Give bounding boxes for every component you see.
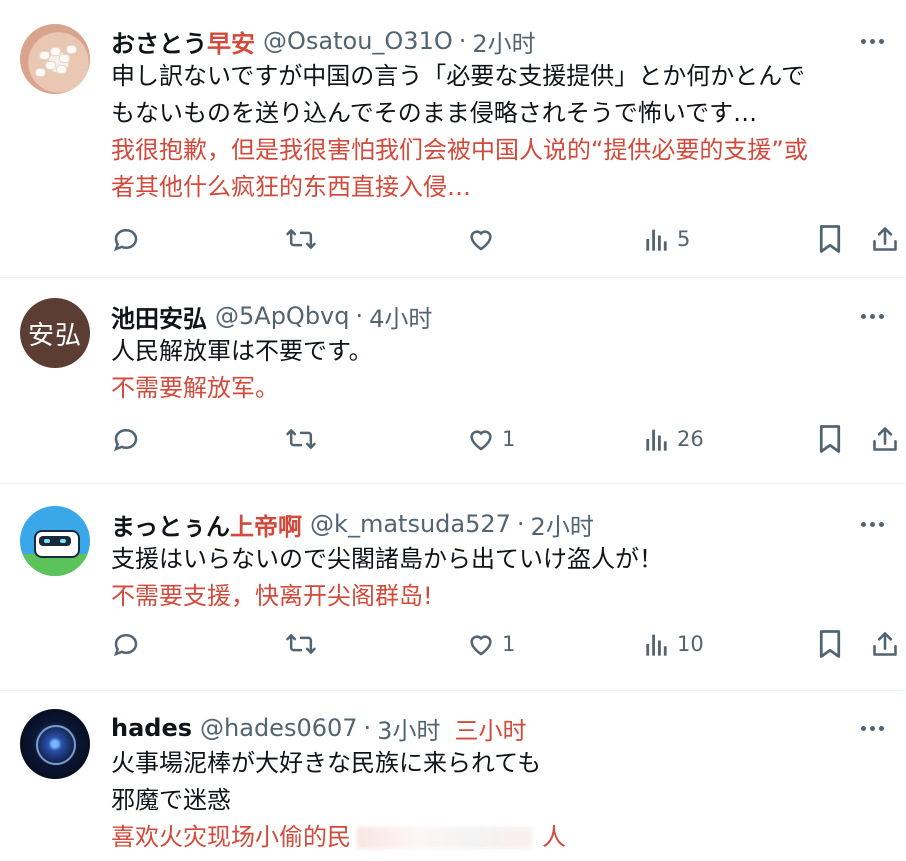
post[interactable]: おさとう 早安 @Osatou_O31O · 2小时 申し訳ないですが中国の言う… <box>0 0 906 278</box>
display-name[interactable]: まっとぅん <box>111 507 230 542</box>
obscured-text <box>357 827 532 849</box>
reply-button[interactable] <box>111 419 141 459</box>
post[interactable]: 安弘 池田安弘 @5ApQbvq · 4小时 人民解放軍は不要です。 不需要解放… <box>0 278 906 484</box>
post-header: hades @hades0607 · 3小时 三小时 <box>111 711 886 745</box>
avatar-text: 安弘 <box>27 320 82 351</box>
translation-line: 不需要解放军。 <box>111 374 279 402</box>
timestamp[interactable]: 3小时 <box>377 711 440 746</box>
reply-icon <box>113 633 138 657</box>
retweet-icon <box>286 229 316 249</box>
translation-line: 者其他什么疯狂的东西直接入侵… <box>111 173 471 201</box>
view-count: 5 <box>677 227 691 251</box>
views-icon <box>646 229 667 251</box>
translation-line: 我很抱歉，但是我很害怕我们会被中国人说的“提供必要的支援”或 <box>111 136 808 164</box>
like-button[interactable]: 1 <box>466 624 515 664</box>
avatar[interactable]: 安弘 <box>20 298 90 368</box>
retweet-button[interactable] <box>285 624 317 664</box>
share-icon <box>873 427 897 451</box>
user-handle[interactable]: @hades0607 <box>200 714 358 742</box>
post-content: まっとぅん 上帝啊 @k_matsuda527 · 2小时 支援はいらないので尖… <box>111 507 886 615</box>
view-count: 10 <box>677 632 704 656</box>
retweet-button[interactable] <box>285 419 317 459</box>
reply-feed: おさとう 早安 @Osatou_O31O · 2小时 申し訳ないですが中国の言う… <box>0 0 906 861</box>
reply-icon <box>113 428 138 452</box>
views-button[interactable]: 26 <box>645 419 704 459</box>
post-content: hades @hades0607 · 3小时 三小时 火事場泥棒が大好きな民族に… <box>111 711 886 856</box>
bookmark-button[interactable] <box>817 219 843 259</box>
like-icon <box>470 430 492 451</box>
reply-icon <box>113 228 138 252</box>
post-header: まっとぅん 上帝啊 @k_matsuda527 · 2小时 <box>111 507 886 541</box>
post[interactable]: まっとぅん 上帝啊 @k_matsuda527 · 2小时 支援はいらないので尖… <box>0 484 906 691</box>
bookmark-icon <box>819 630 841 658</box>
post-text-line: 火事場泥棒が大好きな民族に来られても <box>111 749 542 777</box>
timestamp[interactable]: 2小时 <box>531 507 594 542</box>
retweet-icon <box>286 634 316 654</box>
reply-button[interactable] <box>111 624 141 664</box>
display-name[interactable]: hades <box>111 714 192 742</box>
avatar[interactable] <box>20 709 90 779</box>
more-icon[interactable] <box>861 24 884 58</box>
more-icon[interactable] <box>861 299 884 333</box>
translation-line: 喜欢火灾现场小偷的民 人 <box>111 819 886 856</box>
name-translation: 早安 <box>207 29 255 58</box>
timestamp[interactable]: 2小时 <box>472 24 535 59</box>
separator-dot: · <box>363 714 372 742</box>
like-icon <box>470 230 492 251</box>
reply-button[interactable] <box>111 219 141 259</box>
retweet-icon <box>286 429 316 449</box>
post-text-line: 支援はいらないので尖閣諸島から出ていけ盗人が！ <box>111 545 663 573</box>
views-button[interactable]: 10 <box>645 624 704 664</box>
bookmark-button[interactable] <box>817 419 843 459</box>
more-icon[interactable] <box>861 711 884 745</box>
user-handle[interactable]: @5ApQbvq <box>215 302 349 330</box>
retweet-button[interactable] <box>285 219 317 259</box>
separator-dot: · <box>516 510 525 538</box>
share-icon <box>873 632 897 656</box>
translation-start: 喜欢火灾现场小偷的民 <box>111 823 351 851</box>
views-button[interactable]: 5 <box>645 219 690 259</box>
user-handle[interactable]: @k_matsuda527 <box>310 510 511 538</box>
post-text-line: 人民解放軍は不要です。 <box>111 337 373 365</box>
bookmark-button[interactable] <box>817 624 843 664</box>
translation-end: 人 <box>542 823 566 851</box>
translation-line: 不需要支援，快离开尖阁群岛! <box>111 582 433 610</box>
post[interactable]: hades @hades0607 · 3小时 三小时 火事場泥棒が大好きな民族に… <box>0 691 906 861</box>
separator-dot: · <box>355 302 364 330</box>
display-name[interactable]: おさとう <box>111 24 207 59</box>
views-icon <box>646 634 667 656</box>
user-handle[interactable]: @Osatou_O31O <box>263 27 453 55</box>
avatar[interactable] <box>20 506 90 576</box>
share-icon <box>873 227 897 251</box>
time-translation: 三小时 <box>454 716 527 745</box>
bookmark-icon <box>819 225 841 253</box>
action-bar: 5 <box>111 219 897 259</box>
post-text-line: 邪魔で迷惑 <box>111 786 231 814</box>
action-bar: 1 10 <box>111 624 897 664</box>
post-text-line: 申し訳ないですが中国の言う「必要な支援提供」とか何かとんで <box>111 62 806 90</box>
post-header: おさとう 早安 @Osatou_O31O · 2小时 <box>111 24 886 58</box>
separator-dot: · <box>458 27 467 55</box>
share-button[interactable] <box>871 624 899 664</box>
avatar[interactable] <box>20 24 90 94</box>
timestamp[interactable]: 4小时 <box>369 299 432 334</box>
bookmark-icon <box>819 425 841 453</box>
like-count: 1 <box>502 632 516 656</box>
view-count: 26 <box>677 427 704 451</box>
name-translation: 上帝啊 <box>230 512 303 541</box>
action-bar: 1 26 <box>111 419 897 459</box>
like-count: 1 <box>502 427 516 451</box>
like-icon <box>470 635 492 656</box>
like-button[interactable] <box>466 219 502 259</box>
views-icon <box>646 429 667 451</box>
post-content: おさとう 早安 @Osatou_O31O · 2小时 申し訳ないですが中国の言う… <box>111 24 886 206</box>
like-button[interactable]: 1 <box>466 419 515 459</box>
share-button[interactable] <box>871 219 899 259</box>
share-button[interactable] <box>871 419 899 459</box>
post-content: 池田安弘 @5ApQbvq · 4小时 人民解放軍は不要です。 不需要解放军。 <box>111 299 886 407</box>
post-text-line: もないものを送り込んでそのまま侵略されそうで怖いです… <box>111 99 758 127</box>
display-name[interactable]: 池田安弘 <box>111 299 207 334</box>
post-header: 池田安弘 @5ApQbvq · 4小时 <box>111 299 886 333</box>
more-icon[interactable] <box>861 507 884 541</box>
